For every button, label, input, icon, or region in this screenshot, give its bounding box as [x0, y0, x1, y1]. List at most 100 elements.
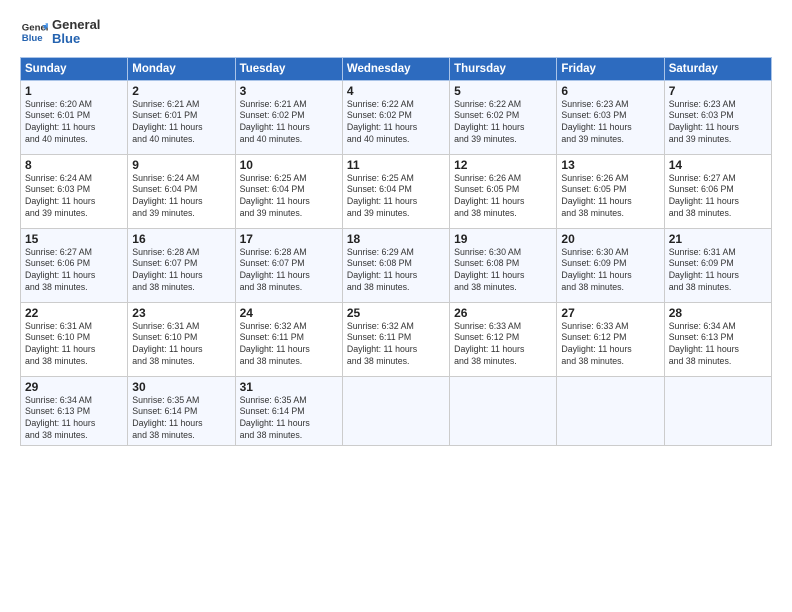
- day-number: 8: [25, 158, 123, 172]
- day-number: 18: [347, 232, 445, 246]
- day-info: Sunrise: 6:35 AM Sunset: 6:14 PM Dayligh…: [240, 395, 338, 443]
- week-row-1: 1Sunrise: 6:20 AM Sunset: 6:01 PM Daylig…: [21, 80, 772, 154]
- col-header-tuesday: Tuesday: [235, 57, 342, 80]
- day-cell: 10Sunrise: 6:25 AM Sunset: 6:04 PM Dayli…: [235, 154, 342, 228]
- day-info: Sunrise: 6:30 AM Sunset: 6:09 PM Dayligh…: [561, 247, 659, 295]
- header-row: SundayMondayTuesdayWednesdayThursdayFrid…: [21, 57, 772, 80]
- day-cell: 3Sunrise: 6:21 AM Sunset: 6:02 PM Daylig…: [235, 80, 342, 154]
- col-header-saturday: Saturday: [664, 57, 771, 80]
- day-number: 10: [240, 158, 338, 172]
- day-number: 12: [454, 158, 552, 172]
- col-header-wednesday: Wednesday: [342, 57, 449, 80]
- page: General Blue General Blue SundayMondayTu…: [0, 0, 792, 612]
- day-info: Sunrise: 6:32 AM Sunset: 6:11 PM Dayligh…: [347, 321, 445, 369]
- day-cell: 9Sunrise: 6:24 AM Sunset: 6:04 PM Daylig…: [128, 154, 235, 228]
- day-cell: 4Sunrise: 6:22 AM Sunset: 6:02 PM Daylig…: [342, 80, 449, 154]
- day-number: 9: [132, 158, 230, 172]
- day-number: 24: [240, 306, 338, 320]
- day-info: Sunrise: 6:35 AM Sunset: 6:14 PM Dayligh…: [132, 395, 230, 443]
- day-cell: 21Sunrise: 6:31 AM Sunset: 6:09 PM Dayli…: [664, 228, 771, 302]
- day-cell: 6Sunrise: 6:23 AM Sunset: 6:03 PM Daylig…: [557, 80, 664, 154]
- day-info: Sunrise: 6:34 AM Sunset: 6:13 PM Dayligh…: [669, 321, 767, 369]
- day-info: Sunrise: 6:21 AM Sunset: 6:01 PM Dayligh…: [132, 99, 230, 147]
- col-header-sunday: Sunday: [21, 57, 128, 80]
- day-info: Sunrise: 6:24 AM Sunset: 6:04 PM Dayligh…: [132, 173, 230, 221]
- day-info: Sunrise: 6:22 AM Sunset: 6:02 PM Dayligh…: [454, 99, 552, 147]
- day-cell: 19Sunrise: 6:30 AM Sunset: 6:08 PM Dayli…: [450, 228, 557, 302]
- day-info: Sunrise: 6:27 AM Sunset: 6:06 PM Dayligh…: [25, 247, 123, 295]
- day-number: 23: [132, 306, 230, 320]
- day-number: 31: [240, 380, 338, 394]
- day-info: Sunrise: 6:28 AM Sunset: 6:07 PM Dayligh…: [132, 247, 230, 295]
- day-cell: 18Sunrise: 6:29 AM Sunset: 6:08 PM Dayli…: [342, 228, 449, 302]
- svg-text:General: General: [22, 23, 48, 34]
- day-number: 16: [132, 232, 230, 246]
- day-cell: 8Sunrise: 6:24 AM Sunset: 6:03 PM Daylig…: [21, 154, 128, 228]
- day-info: Sunrise: 6:26 AM Sunset: 6:05 PM Dayligh…: [561, 173, 659, 221]
- day-number: 19: [454, 232, 552, 246]
- day-cell: 1Sunrise: 6:20 AM Sunset: 6:01 PM Daylig…: [21, 80, 128, 154]
- week-row-2: 8Sunrise: 6:24 AM Sunset: 6:03 PM Daylig…: [21, 154, 772, 228]
- day-cell: 27Sunrise: 6:33 AM Sunset: 6:12 PM Dayli…: [557, 302, 664, 376]
- day-info: Sunrise: 6:33 AM Sunset: 6:12 PM Dayligh…: [561, 321, 659, 369]
- day-info: Sunrise: 6:21 AM Sunset: 6:02 PM Dayligh…: [240, 99, 338, 147]
- day-number: 3: [240, 84, 338, 98]
- day-info: Sunrise: 6:33 AM Sunset: 6:12 PM Dayligh…: [454, 321, 552, 369]
- day-cell: 30Sunrise: 6:35 AM Sunset: 6:14 PM Dayli…: [128, 376, 235, 446]
- day-cell: 15Sunrise: 6:27 AM Sunset: 6:06 PM Dayli…: [21, 228, 128, 302]
- day-number: 26: [454, 306, 552, 320]
- day-number: 20: [561, 232, 659, 246]
- day-number: 17: [240, 232, 338, 246]
- day-number: 22: [25, 306, 123, 320]
- header: General Blue General Blue: [20, 18, 772, 47]
- logo-blue: Blue: [52, 32, 100, 46]
- day-number: 28: [669, 306, 767, 320]
- day-info: Sunrise: 6:24 AM Sunset: 6:03 PM Dayligh…: [25, 173, 123, 221]
- day-number: 29: [25, 380, 123, 394]
- svg-text:Blue: Blue: [22, 33, 43, 44]
- day-cell: [664, 376, 771, 446]
- day-cell: 26Sunrise: 6:33 AM Sunset: 6:12 PM Dayli…: [450, 302, 557, 376]
- day-info: Sunrise: 6:32 AM Sunset: 6:11 PM Dayligh…: [240, 321, 338, 369]
- calendar-table: SundayMondayTuesdayWednesdayThursdayFrid…: [20, 57, 772, 447]
- day-cell: 16Sunrise: 6:28 AM Sunset: 6:07 PM Dayli…: [128, 228, 235, 302]
- day-info: Sunrise: 6:25 AM Sunset: 6:04 PM Dayligh…: [347, 173, 445, 221]
- day-number: 11: [347, 158, 445, 172]
- day-number: 1: [25, 84, 123, 98]
- day-cell: 2Sunrise: 6:21 AM Sunset: 6:01 PM Daylig…: [128, 80, 235, 154]
- week-row-4: 22Sunrise: 6:31 AM Sunset: 6:10 PM Dayli…: [21, 302, 772, 376]
- day-number: 21: [669, 232, 767, 246]
- day-info: Sunrise: 6:34 AM Sunset: 6:13 PM Dayligh…: [25, 395, 123, 443]
- day-cell: [342, 376, 449, 446]
- day-cell: 23Sunrise: 6:31 AM Sunset: 6:10 PM Dayli…: [128, 302, 235, 376]
- day-cell: 12Sunrise: 6:26 AM Sunset: 6:05 PM Dayli…: [450, 154, 557, 228]
- day-info: Sunrise: 6:27 AM Sunset: 6:06 PM Dayligh…: [669, 173, 767, 221]
- day-info: Sunrise: 6:22 AM Sunset: 6:02 PM Dayligh…: [347, 99, 445, 147]
- day-cell: [557, 376, 664, 446]
- day-cell: 29Sunrise: 6:34 AM Sunset: 6:13 PM Dayli…: [21, 376, 128, 446]
- day-info: Sunrise: 6:31 AM Sunset: 6:09 PM Dayligh…: [669, 247, 767, 295]
- col-header-thursday: Thursday: [450, 57, 557, 80]
- day-cell: 11Sunrise: 6:25 AM Sunset: 6:04 PM Dayli…: [342, 154, 449, 228]
- day-info: Sunrise: 6:28 AM Sunset: 6:07 PM Dayligh…: [240, 247, 338, 295]
- day-info: Sunrise: 6:23 AM Sunset: 6:03 PM Dayligh…: [669, 99, 767, 147]
- col-header-friday: Friday: [557, 57, 664, 80]
- day-number: 7: [669, 84, 767, 98]
- day-cell: 24Sunrise: 6:32 AM Sunset: 6:11 PM Dayli…: [235, 302, 342, 376]
- day-number: 30: [132, 380, 230, 394]
- day-cell: 25Sunrise: 6:32 AM Sunset: 6:11 PM Dayli…: [342, 302, 449, 376]
- day-number: 2: [132, 84, 230, 98]
- day-cell: 20Sunrise: 6:30 AM Sunset: 6:09 PM Dayli…: [557, 228, 664, 302]
- day-cell: [450, 376, 557, 446]
- day-number: 27: [561, 306, 659, 320]
- logo-general: General: [52, 18, 100, 32]
- day-info: Sunrise: 6:25 AM Sunset: 6:04 PM Dayligh…: [240, 173, 338, 221]
- day-cell: 7Sunrise: 6:23 AM Sunset: 6:03 PM Daylig…: [664, 80, 771, 154]
- day-info: Sunrise: 6:31 AM Sunset: 6:10 PM Dayligh…: [25, 321, 123, 369]
- logo-icon: General Blue: [20, 18, 48, 46]
- day-cell: 31Sunrise: 6:35 AM Sunset: 6:14 PM Dayli…: [235, 376, 342, 446]
- day-number: 14: [669, 158, 767, 172]
- day-info: Sunrise: 6:26 AM Sunset: 6:05 PM Dayligh…: [454, 173, 552, 221]
- day-cell: 28Sunrise: 6:34 AM Sunset: 6:13 PM Dayli…: [664, 302, 771, 376]
- day-number: 5: [454, 84, 552, 98]
